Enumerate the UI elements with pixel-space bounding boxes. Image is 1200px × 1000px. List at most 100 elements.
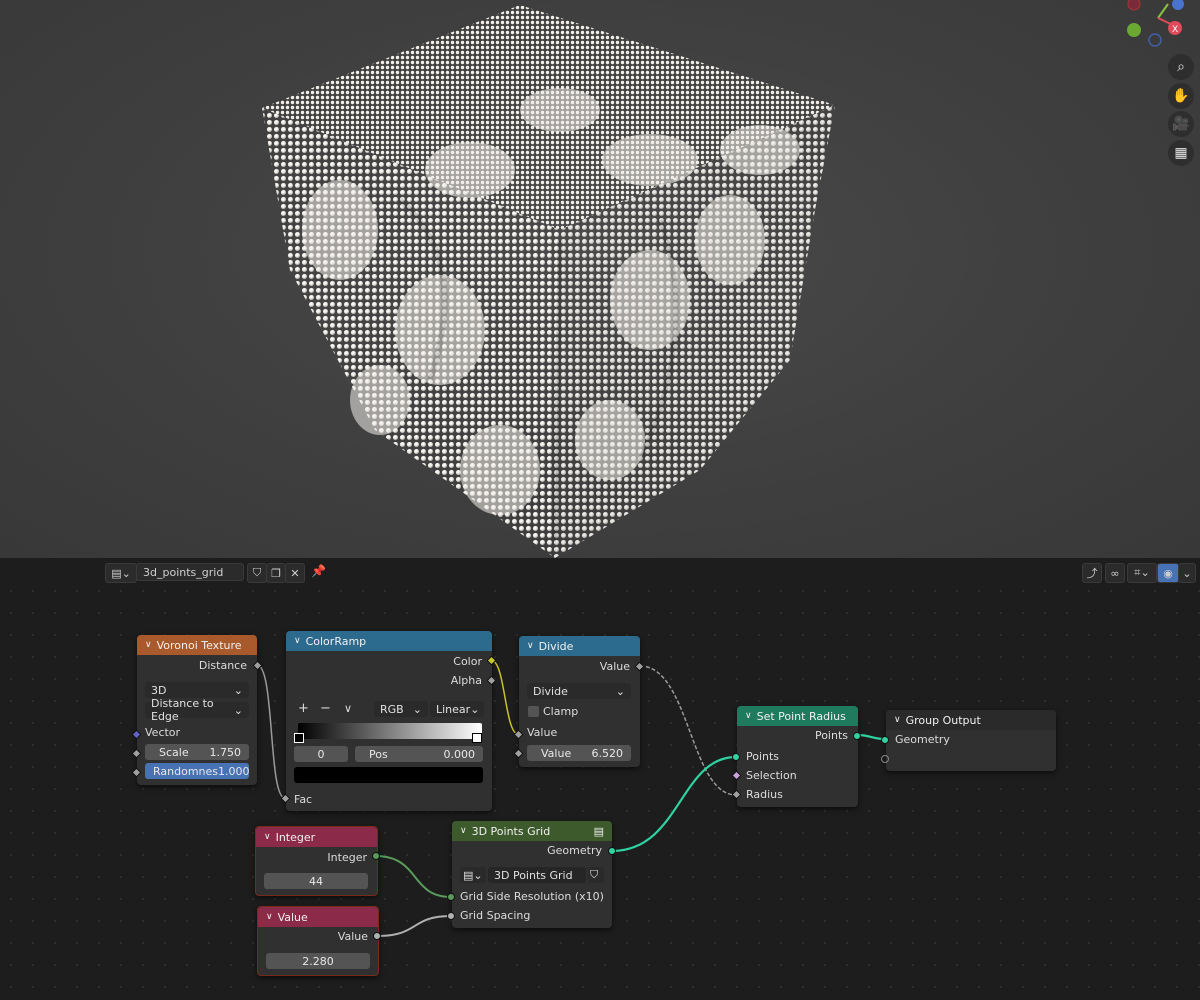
node-title[interactable]: ∨ 3D Points Grid ▤	[452, 821, 612, 841]
randomness-field[interactable]: Randomnes 1.000	[145, 763, 250, 779]
node-title[interactable]: ∨ Group Output	[886, 710, 1056, 730]
points-input-label: Points	[746, 750, 780, 763]
node-divide[interactable]: ∨ Divide Value Divide ⌄ Clamp Value Value 6…	[519, 636, 640, 767]
socket-integer-out[interactable]	[372, 852, 380, 860]
output-geometry-label: Geometry	[547, 844, 602, 857]
socket-points-out[interactable]	[853, 732, 861, 740]
node-editor[interactable]: ▤⌄ 3d_points_grid ⛉ ❐ ✕ 📌 ⤴ ∞ ⌗⌄ ◉ ⌄ ∨ Vo…	[0, 558, 1200, 1000]
color-mode-select[interactable]: RGB ⌄	[374, 701, 428, 717]
selection-input-label: Selection	[746, 769, 797, 782]
node-tree-icon: ▤⌄	[463, 868, 483, 882]
interpolation-value: Linear	[436, 702, 471, 716]
chevron-down-icon: ⌄	[615, 684, 625, 698]
node-title[interactable]: ∨ ColorRamp	[286, 631, 492, 651]
ramp-menu-button[interactable]: ∨	[344, 702, 352, 715]
node-group-browse[interactable]: ▤⌄	[460, 867, 486, 883]
socket-group-empty-in[interactable]	[881, 755, 889, 763]
vector-input-label: Vector	[145, 726, 181, 739]
scale-field[interactable]: Scale 1.750	[145, 744, 249, 760]
color-ramp-gradient[interactable]	[298, 723, 482, 739]
3d-viewport[interactable]: X ⌕ ✋ 🎥 ▦	[0, 0, 1200, 558]
stop-color-swatch[interactable]	[294, 767, 483, 783]
node-set-point-radius[interactable]: ∨ Set Point Radius Points Points Selectio…	[737, 706, 858, 807]
integer-value: 44	[309, 874, 323, 888]
position-label: Pos	[369, 747, 388, 761]
node-group-name: 3D Points Grid	[494, 868, 573, 882]
node-title[interactable]: ∨ Value	[258, 907, 378, 927]
value-value: 2.280	[302, 954, 334, 968]
node-title-label: ColorRamp	[305, 634, 367, 648]
stop-position-field[interactable]: Pos 0.000	[355, 746, 483, 762]
operation-select[interactable]: Divide ⌄	[527, 683, 631, 699]
output-integer-label: Integer	[327, 851, 367, 864]
grid-icon[interactable]: ▦	[1168, 140, 1194, 166]
node-title[interactable]: ∨ Integer	[256, 827, 377, 847]
geometry-input-label: Geometry	[895, 733, 950, 746]
feature-value: Distance to Edge	[151, 697, 214, 723]
dimension-select[interactable]: 3D ⌄	[145, 682, 249, 698]
node-group-name-field[interactable]: 3D Points Grid	[488, 867, 586, 883]
socket-resolution-in[interactable]	[447, 893, 455, 901]
stop-index-value: 0	[317, 747, 325, 761]
chevron-down-icon: ⌄	[233, 703, 243, 717]
fac-input-label: Fac	[294, 793, 313, 806]
divisor-label: Value	[541, 746, 572, 760]
zoom-icon[interactable]: ⌕	[1168, 54, 1194, 80]
node-title-label: Voronoi Texture	[156, 638, 242, 652]
operation-value: Divide	[533, 684, 568, 698]
feature-select[interactable]: Distance to Edge ⌄	[145, 697, 249, 723]
divisor-value: 6.520	[591, 746, 624, 760]
node-title-label: 3D Points Grid	[471, 824, 551, 838]
socket-geometry-out[interactable]	[608, 847, 616, 855]
remove-stop-button[interactable]: −	[320, 701, 331, 716]
socket-spacing-in[interactable]	[447, 912, 455, 920]
node-group-icon[interactable]: ▤	[594, 825, 604, 838]
scale-label: Scale	[159, 745, 189, 759]
output-distance-label: Distance	[198, 659, 247, 672]
randomness-label: Randomnes	[153, 764, 219, 778]
chevron-down-icon: ⌄	[412, 702, 422, 716]
node-title-label: Divide	[538, 639, 574, 653]
node-voronoi-texture[interactable]: ∨ Voronoi Texture Distance 3D ⌄ Distance t…	[137, 635, 257, 785]
node-title[interactable]: ∨ Voronoi Texture	[137, 635, 257, 655]
node-title-label: Set Point Radius	[756, 709, 846, 723]
divisor-field[interactable]: Value 6.520	[527, 745, 631, 761]
ramp-stop-white[interactable]	[472, 733, 482, 743]
node-title-label: Value	[277, 910, 308, 924]
node-title[interactable]: ∨ Set Point Radius	[737, 706, 858, 726]
camera-icon[interactable]: 🎥	[1168, 111, 1194, 137]
resolution-input-label: Grid Side Resolution (x10)	[460, 890, 604, 903]
node-colorramp[interactable]: ∨ ColorRamp Color Alpha + − ∨ RGB ⌄ Linear…	[286, 631, 492, 811]
output-value-label: Value	[599, 660, 630, 673]
scale-value: 1.750	[209, 745, 242, 759]
node-title[interactable]: ∨ Divide	[519, 636, 640, 656]
socket-value-out[interactable]	[373, 932, 381, 940]
chevron-down-icon: ⌄	[233, 683, 243, 697]
value-input-label: Value	[527, 726, 558, 739]
node-title-label: Group Output	[905, 713, 981, 727]
spacing-input-label: Grid Spacing	[460, 909, 531, 922]
node-integer[interactable]: ∨ Integer Integer 44	[255, 826, 378, 896]
socket-points-in[interactable]	[732, 753, 740, 761]
shield-icon[interactable]: ⛉	[588, 867, 604, 883]
output-alpha-label: Alpha	[450, 674, 482, 687]
node-value[interactable]: ∨ Value Value 2.280	[257, 906, 379, 976]
integer-field[interactable]: 44	[264, 873, 368, 889]
radius-input-label: Radius	[746, 788, 783, 801]
stop-index-field[interactable]: 0	[294, 746, 348, 762]
hand-icon[interactable]: ✋	[1168, 83, 1194, 109]
node-group-output[interactable]: ∨ Group Output Geometry	[886, 710, 1056, 771]
interpolation-select[interactable]: Linear ⌄	[430, 701, 484, 717]
clamp-checkbox[interactable]	[528, 706, 539, 717]
position-value: 0.000	[443, 747, 476, 761]
value-field[interactable]: 2.280	[266, 953, 370, 969]
socket-group-geometry-in[interactable]	[881, 736, 889, 744]
node-title-label: Integer	[275, 830, 316, 844]
output-value-label: Value	[337, 930, 368, 943]
add-stop-button[interactable]: +	[298, 701, 309, 716]
node-3d-points-grid[interactable]: ∨ 3D Points Grid ▤ Geometry ▤⌄ 3D Points G…	[452, 821, 612, 928]
randomness-value: 1.000	[218, 764, 250, 778]
ramp-stop-black[interactable]	[294, 733, 304, 743]
output-points-label: Points	[814, 729, 848, 742]
navigation-gizmo[interactable]: X	[1120, 0, 1200, 50]
